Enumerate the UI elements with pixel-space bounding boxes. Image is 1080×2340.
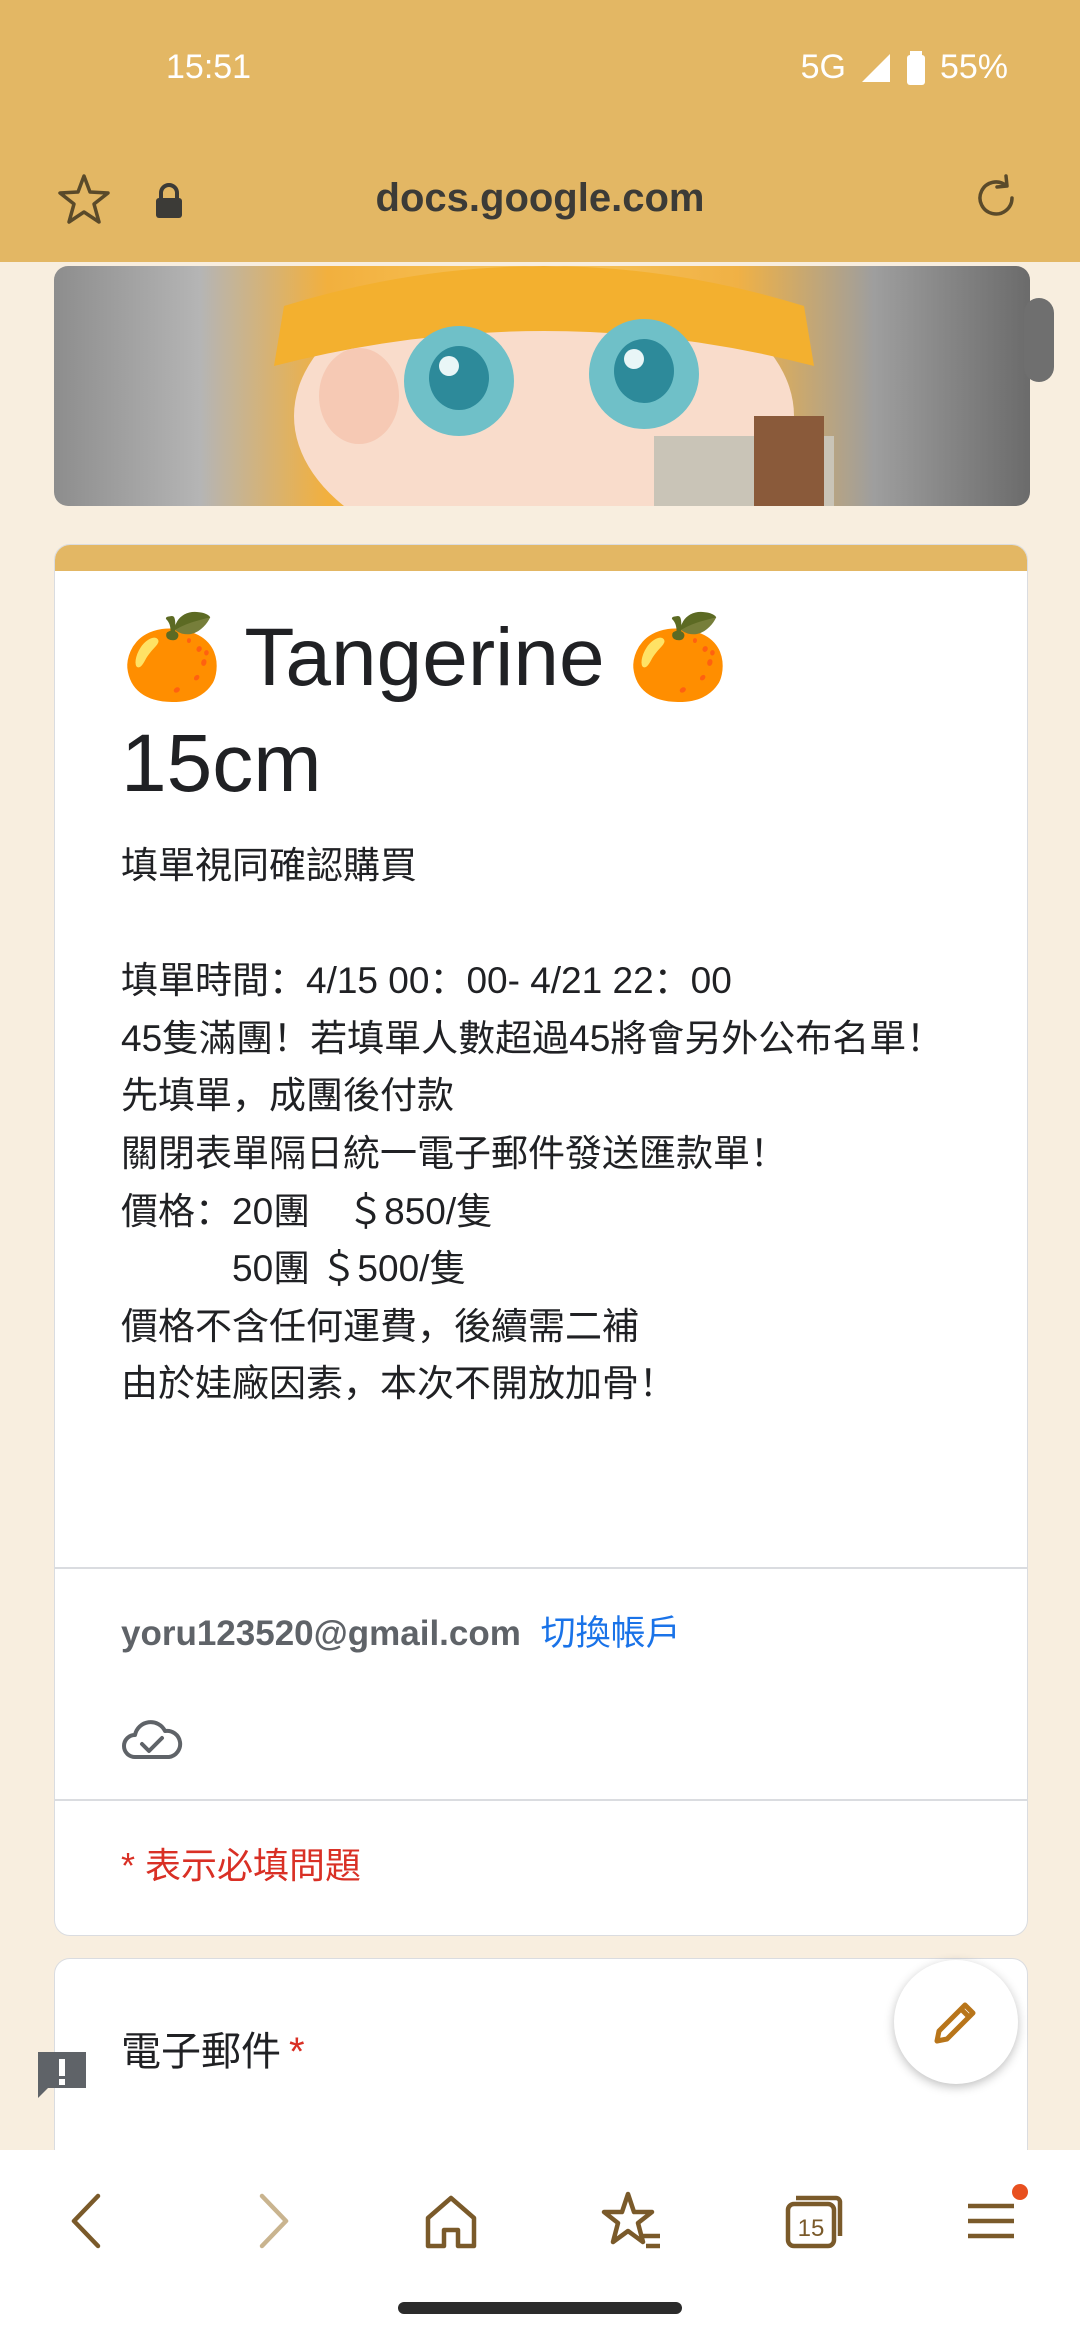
network-label: 5G — [800, 48, 846, 86]
home-icon[interactable] — [416, 2186, 486, 2256]
account-email: yoru123520@gmail.com — [121, 1614, 521, 1653]
status-time: 15:51 — [166, 48, 252, 86]
form-header-image — [54, 266, 1030, 506]
browser-top-bar: 15:51 5G 55% docs.google.com — [0, 0, 1080, 262]
form-title: 🍊 Tangerine 🍊 15cm — [121, 605, 729, 817]
form-title-line1: 🍊 Tangerine 🍊 — [121, 612, 730, 703]
form-info-card: 🍊 Tangerine 🍊 15cm 填單視同確認購買 填單時間：4/15 00… — [54, 544, 1028, 1936]
divider — [55, 1799, 1027, 1801]
bookmarks-icon[interactable] — [596, 2186, 666, 2256]
signal-icon — [861, 53, 890, 82]
required-note: * 表示必填問題 — [121, 1845, 362, 1886]
battery-icon — [906, 50, 925, 85]
report-feedback-icon[interactable] — [34, 2048, 90, 2102]
divider — [55, 1567, 1027, 1569]
scroll-handle[interactable] — [1024, 298, 1054, 382]
cloud-saved-icon — [122, 1720, 183, 1759]
reload-icon[interactable] — [968, 170, 1024, 226]
form-title-line2: 15cm — [121, 718, 322, 809]
switch-account-link[interactable]: 切換帳戶 — [541, 1614, 681, 1653]
card-accent-strip — [55, 545, 1027, 571]
tabs-button[interactable]: 15 — [776, 2186, 846, 2256]
question-title: 電子郵件 — [121, 2030, 281, 2074]
back-icon[interactable] — [54, 2186, 124, 2256]
edit-fab-button[interactable] — [894, 1960, 1018, 2084]
battery-percent: 55% — [939, 48, 1008, 86]
gesture-bar[interactable] — [398, 2302, 682, 2314]
pencil-icon — [934, 2002, 976, 2044]
menu-button[interactable] — [956, 2184, 1028, 2256]
forward-icon[interactable] — [236, 2186, 306, 2256]
url-text[interactable]: docs.google.com — [0, 176, 1080, 221]
tabs-count: 15 — [798, 2215, 825, 2242]
form-description: 填單視同確認購買 填單時間：4/15 00：00- 4/21 22：00 45隻… — [121, 845, 944, 1405]
tabs-icon: 15 — [785, 2195, 843, 2249]
notification-dot — [1012, 2184, 1028, 2200]
required-asterisk: * — [289, 2030, 305, 2074]
account-row: yoru123520@gmail.com 切換帳戶 — [121, 1605, 681, 1656]
question-label: 電子郵件 * — [121, 2019, 305, 2077]
status-indicators: 5G 55% — [801, 48, 1008, 87]
